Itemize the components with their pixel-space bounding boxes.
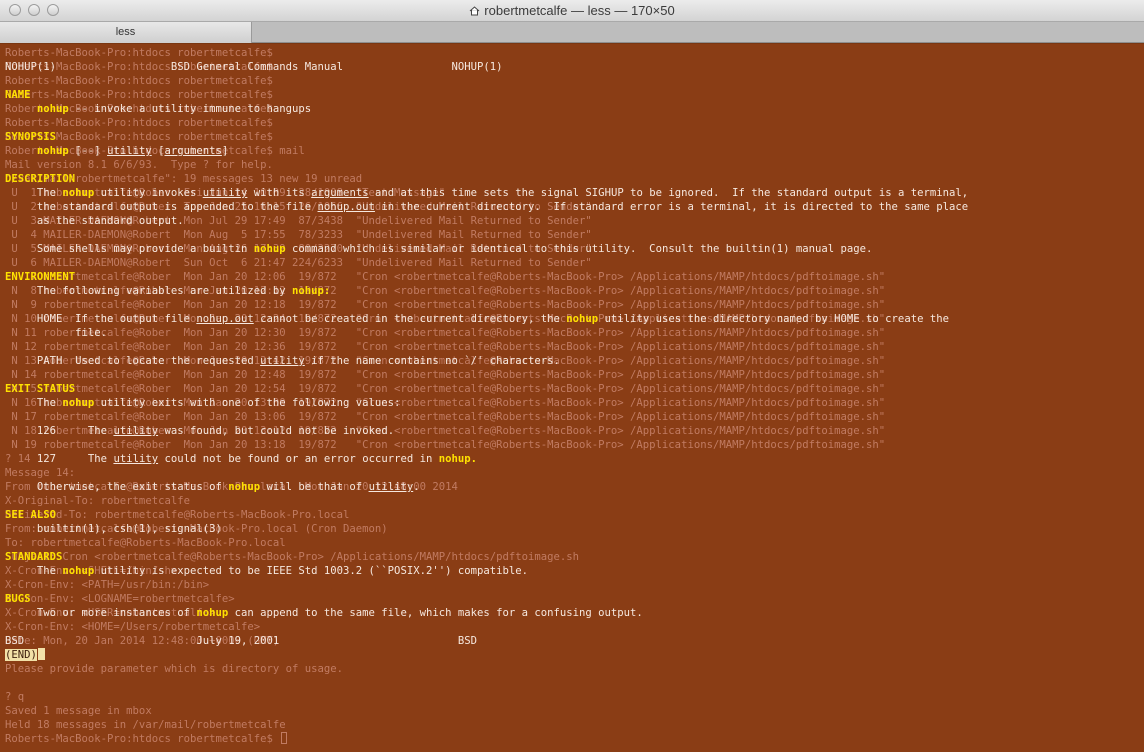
shell-output-line: N 7 robertmetcalfe@Rober Mon Jan 20 12:0… xyxy=(5,271,886,283)
shell-output-line: Message 14: xyxy=(5,467,76,479)
exit-status-126: 126 The utility was found, but could not… xyxy=(5,425,395,437)
bugs-heading: BUGS xyxy=(5,593,31,605)
window-titlebar: robertmetcalfe — less — 170×50 xyxy=(0,0,1144,22)
exit-status-otherwise: Otherwise, the exit status of nohup will… xyxy=(5,481,420,493)
exit-status-127: 127 The utility could not be found or an… xyxy=(5,453,478,465)
shell-output-line: Delivered-To: robertmetcalfe@Roberts-Mac… xyxy=(5,509,350,521)
home-icon xyxy=(469,6,480,16)
shell-output-line: N 19 robertmetcalfe@Rober Mon Jan 20 13:… xyxy=(5,439,886,451)
shell-output-line: ? q xyxy=(5,691,25,703)
description-line-1: The nohup utility invokes utility with i… xyxy=(5,187,969,199)
environment-home-cont: file. xyxy=(5,327,108,339)
environment-path: PATH Used to locate the requested utilit… xyxy=(5,355,560,367)
description-line-3: as the standard output. xyxy=(5,215,184,227)
shell-output-line: X-Cron-Env: <HOME=/Users/robertmetcalfe> xyxy=(5,621,261,633)
exit-status-heading: EXIT STATUS xyxy=(5,383,76,395)
window-title: robertmetcalfe — less — 170×50 xyxy=(484,3,675,18)
description-line-2: the standard output is appended to the f… xyxy=(5,201,969,213)
shell-output-line: Subject: Cron <robertmetcalfe@Roberts-Ma… xyxy=(5,551,580,563)
shell-output-line: Please provide parameter which is direct… xyxy=(5,663,344,675)
shell-output-line: Roberts-MacBook-Pro:htdocs robertmetcalf… xyxy=(5,89,273,101)
man-header: NOHUP(1) BSD General Commands Manual NOH… xyxy=(5,61,503,73)
window-title-container: robertmetcalfe — less — 170×50 xyxy=(0,3,1144,18)
synopsis-line: nohup [--] utility [arguments] xyxy=(36,145,229,157)
shell-output-line: N 12 robertmetcalfe@Rober Mon Jan 20 12:… xyxy=(5,341,886,353)
end-marker: (END) xyxy=(5,649,37,661)
shell-output-line: U 4 MAILER-DAEMON@Robert Mon Aug 5 17:55… xyxy=(5,229,592,241)
see-also-heading: SEE ALSO xyxy=(5,509,57,521)
environment-intro: The following variables are utilized by … xyxy=(5,285,331,297)
bugs-line: Two or more instances of nohup can appen… xyxy=(5,607,643,619)
shell-output-line: N 14 robertmetcalfe@Rober Mon Jan 20 12:… xyxy=(5,369,886,381)
standards-line: The nohup utility is expected to be IEEE… xyxy=(5,565,528,577)
shell-output-line: To: robertmetcalfe@Roberts-MacBook-Pro.l… xyxy=(5,537,286,549)
description-heading: DESCRIPTION xyxy=(5,173,76,185)
terminal-view[interactable]: Roberts-MacBook-Pro:htdocs robertmetcalf… xyxy=(0,44,1144,752)
shell-output-line: Roberts-MacBook-Pro:htdocs robertmetcalf… xyxy=(5,732,288,746)
shell-output-line: X-Cron-Env: <PATH=/usr/bin:/bin> xyxy=(5,579,210,591)
environment-heading: ENVIRONMENT xyxy=(5,271,76,283)
shell-output-line: U 6 MAILER-DAEMON@Robert Sun Oct 6 21:47… xyxy=(5,257,592,269)
shell-output-line: N 17 robertmetcalfe@Rober Mon Jan 20 13:… xyxy=(5,411,886,423)
shell-output-line: X-Original-To: robertmetcalfe xyxy=(5,495,190,507)
see-also-line: builtin(1), csh(1), signal(3) xyxy=(5,523,222,535)
shell-output-line: Mail version 8.1 6/6/93. Type ? for help… xyxy=(5,159,273,171)
description-line-4: Some shells may provide a builtin nohup … xyxy=(5,243,873,255)
shell-output-line: N 9 robertmetcalfe@Rober Mon Jan 20 12:1… xyxy=(5,299,886,311)
shell-output-line: Roberts-MacBook-Pro:htdocs robertmetcalf… xyxy=(5,47,273,59)
man-footer: BSD July 19, 2001 BSD xyxy=(5,635,477,647)
block-cursor xyxy=(37,648,45,660)
name-line: nohup -- invoke a utility immune to hang… xyxy=(36,103,312,115)
shell-output-line: Held 18 messages in /var/mail/robertmetc… xyxy=(5,719,286,731)
environment-home: HOME If the output file nohup.out cannot… xyxy=(5,313,949,325)
shell-output-line: N 11 robertmetcalfe@Rober Mon Jan 20 12:… xyxy=(5,327,886,339)
synopsis-heading: SYNOPSIS xyxy=(5,131,57,143)
end-prompt[interactable]: (END) xyxy=(5,648,45,662)
tab-less[interactable]: less xyxy=(0,22,252,43)
inactive-cursor xyxy=(281,732,288,744)
exit-status-intro: The nohup utility exits with one of the … xyxy=(5,397,401,409)
shell-output-line: Saved 1 message in mbox xyxy=(5,705,152,717)
name-heading: NAME xyxy=(5,89,31,101)
shell-output-line: Roberts-MacBook-Pro:htdocs robertmetcalf… xyxy=(5,117,273,129)
tab-bar: less xyxy=(0,22,1144,43)
shell-output-line: N 15 robertmetcalfe@Rober Mon Jan 20 12:… xyxy=(5,383,886,395)
standards-heading: STANDARDS xyxy=(5,551,63,563)
shell-output-line: X-Cron-Env: <LOGNAME=robertmetcalfe> xyxy=(5,593,235,605)
shell-output-line: Roberts-MacBook-Pro:htdocs robertmetcalf… xyxy=(5,75,273,87)
